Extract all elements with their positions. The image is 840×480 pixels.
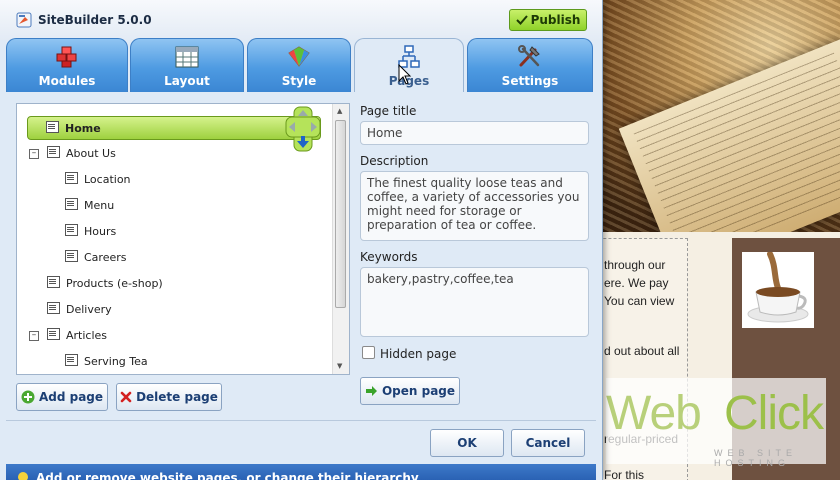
tree-item-home[interactable]: Home <box>27 116 321 140</box>
cancel-button[interactable]: Cancel <box>511 429 585 457</box>
tree-item-products[interactable]: Products (e-shop) <box>47 274 163 294</box>
tab-bar: Modules Layout Style Pages Settings <box>0 38 602 92</box>
tree-item-label: Delivery <box>66 303 112 316</box>
tree-item-hours[interactable]: Hours <box>65 222 116 242</box>
tree-item-about-us[interactable]: – About Us <box>29 144 116 164</box>
publish-button[interactable]: Publish <box>509 9 587 31</box>
tab-label: Modules <box>38 74 96 88</box>
hidden-page-checkbox[interactable] <box>362 346 375 359</box>
tree-item-label: Hours <box>84 225 117 238</box>
tree-item-label: Products (e-shop) <box>66 277 163 290</box>
layout-icon <box>175 46 199 68</box>
tab-label: Settings <box>501 74 559 88</box>
tree-item-label: Home <box>65 122 101 135</box>
logo-tagline: WEB SITE HOSTING <box>714 448 798 468</box>
logo-word-click: Click <box>724 387 824 440</box>
ok-label: OK <box>457 436 477 450</box>
sitebuilder-dialog: SiteBuilder 5.0.0 Publish Modules Layout <box>0 0 603 480</box>
plus-icon <box>21 390 35 404</box>
settings-icon <box>518 45 540 67</box>
tree-item-label: Location <box>84 173 131 186</box>
tree-item-label: Serving Tea <box>84 355 148 368</box>
delete-page-label: Delete page <box>136 390 218 404</box>
site-text-line: d out about all <box>604 344 680 358</box>
tab-layout[interactable]: Layout <box>130 38 244 92</box>
page-icon <box>65 224 78 236</box>
collapse-toggle-icon[interactable]: – <box>29 149 39 159</box>
scroll-down-icon[interactable]: ▼ <box>337 362 342 370</box>
modules-icon <box>56 46 77 68</box>
open-page-button[interactable]: Open page <box>360 377 460 405</box>
tab-label: Layout <box>164 74 210 88</box>
page-icon <box>47 276 60 288</box>
description-textarea[interactable]: The finest quality loose teas and coffee… <box>360 171 589 241</box>
app-logo-icon <box>16 12 32 28</box>
page-title-label: Page title <box>360 104 417 118</box>
page-icon <box>65 198 78 210</box>
tree-item-label: Menu <box>84 199 115 212</box>
tab-modules[interactable]: Modules <box>6 38 128 92</box>
tree-item-serving-tea[interactable]: Serving Tea <box>65 352 148 372</box>
scroll-up-icon[interactable]: ▲ <box>337 107 342 115</box>
app-title: SiteBuilder 5.0.0 <box>38 13 152 27</box>
webclick-logo: Web Click WEB SITE HOSTING <box>606 378 826 468</box>
checkmark-icon <box>515 15 528 25</box>
page-title-input[interactable]: Home <box>360 121 589 145</box>
add-page-label: Add page <box>38 390 104 404</box>
page-icon <box>46 121 59 133</box>
site-text-line: ere. We pay <box>604 276 669 290</box>
scrollbar-thumb[interactable] <box>335 120 346 308</box>
tree-item-location[interactable]: Location <box>65 170 131 190</box>
keywords-label: Keywords <box>360 250 418 264</box>
page-icon <box>65 172 78 184</box>
status-bar: Add or remove website pages, or change t… <box>6 464 596 480</box>
page-icon <box>65 354 78 366</box>
open-page-label: Open page <box>381 384 456 398</box>
delete-x-icon <box>120 391 132 403</box>
delete-page-button[interactable]: Delete page <box>116 383 222 411</box>
page-tree: Home – About Us Location Menu Hours Care… <box>16 103 350 375</box>
tab-label: Style <box>281 74 317 88</box>
page-icon <box>65 250 78 262</box>
info-bulb-icon <box>18 472 28 480</box>
tree-item-label: Careers <box>84 251 127 264</box>
logo-word-web: Web <box>606 387 702 440</box>
tree-item-careers[interactable]: Careers <box>65 248 127 268</box>
tab-style[interactable]: Style <box>247 38 351 92</box>
pages-panel: Home – About Us Location Menu Hours Care… <box>6 92 596 464</box>
coffee-cup-image <box>742 251 814 328</box>
publish-label: Publish <box>530 13 581 27</box>
page-icon <box>47 146 60 158</box>
keywords-textarea[interactable]: bakery,pastry,coffee,tea <box>360 267 589 337</box>
ok-button[interactable]: OK <box>430 429 504 457</box>
page-icon <box>47 302 60 314</box>
site-text-line: through our <box>604 258 666 272</box>
mouse-cursor-icon <box>398 64 412 85</box>
divider <box>6 420 596 421</box>
tree-item-menu[interactable]: Menu <box>65 196 114 216</box>
move-arrows-icon[interactable] <box>285 106 321 152</box>
title-bar: SiteBuilder 5.0.0 Publish <box>0 0 602 40</box>
status-text: Add or remove website pages, or change t… <box>36 471 419 480</box>
tree-item-delivery[interactable]: Delivery <box>47 300 112 320</box>
site-text-line: For this <box>604 468 645 480</box>
cancel-label: Cancel <box>525 436 571 450</box>
tree-item-articles[interactable]: – Articles <box>29 326 108 346</box>
tab-settings[interactable]: Settings <box>467 38 593 92</box>
tree-scrollbar[interactable]: ▲ ▼ <box>332 104 349 374</box>
add-page-button[interactable]: Add page <box>16 383 108 411</box>
tree-item-label: Articles <box>66 329 108 342</box>
tree-item-label: About Us <box>66 147 116 160</box>
page-icon <box>47 328 60 340</box>
site-text-line: You can view <box>604 294 675 308</box>
collapse-toggle-icon[interactable]: – <box>29 331 39 341</box>
style-icon <box>288 46 310 67</box>
arrow-right-icon <box>365 386 377 396</box>
description-label: Description <box>360 154 429 168</box>
hidden-page-label: Hidden page <box>380 347 457 361</box>
